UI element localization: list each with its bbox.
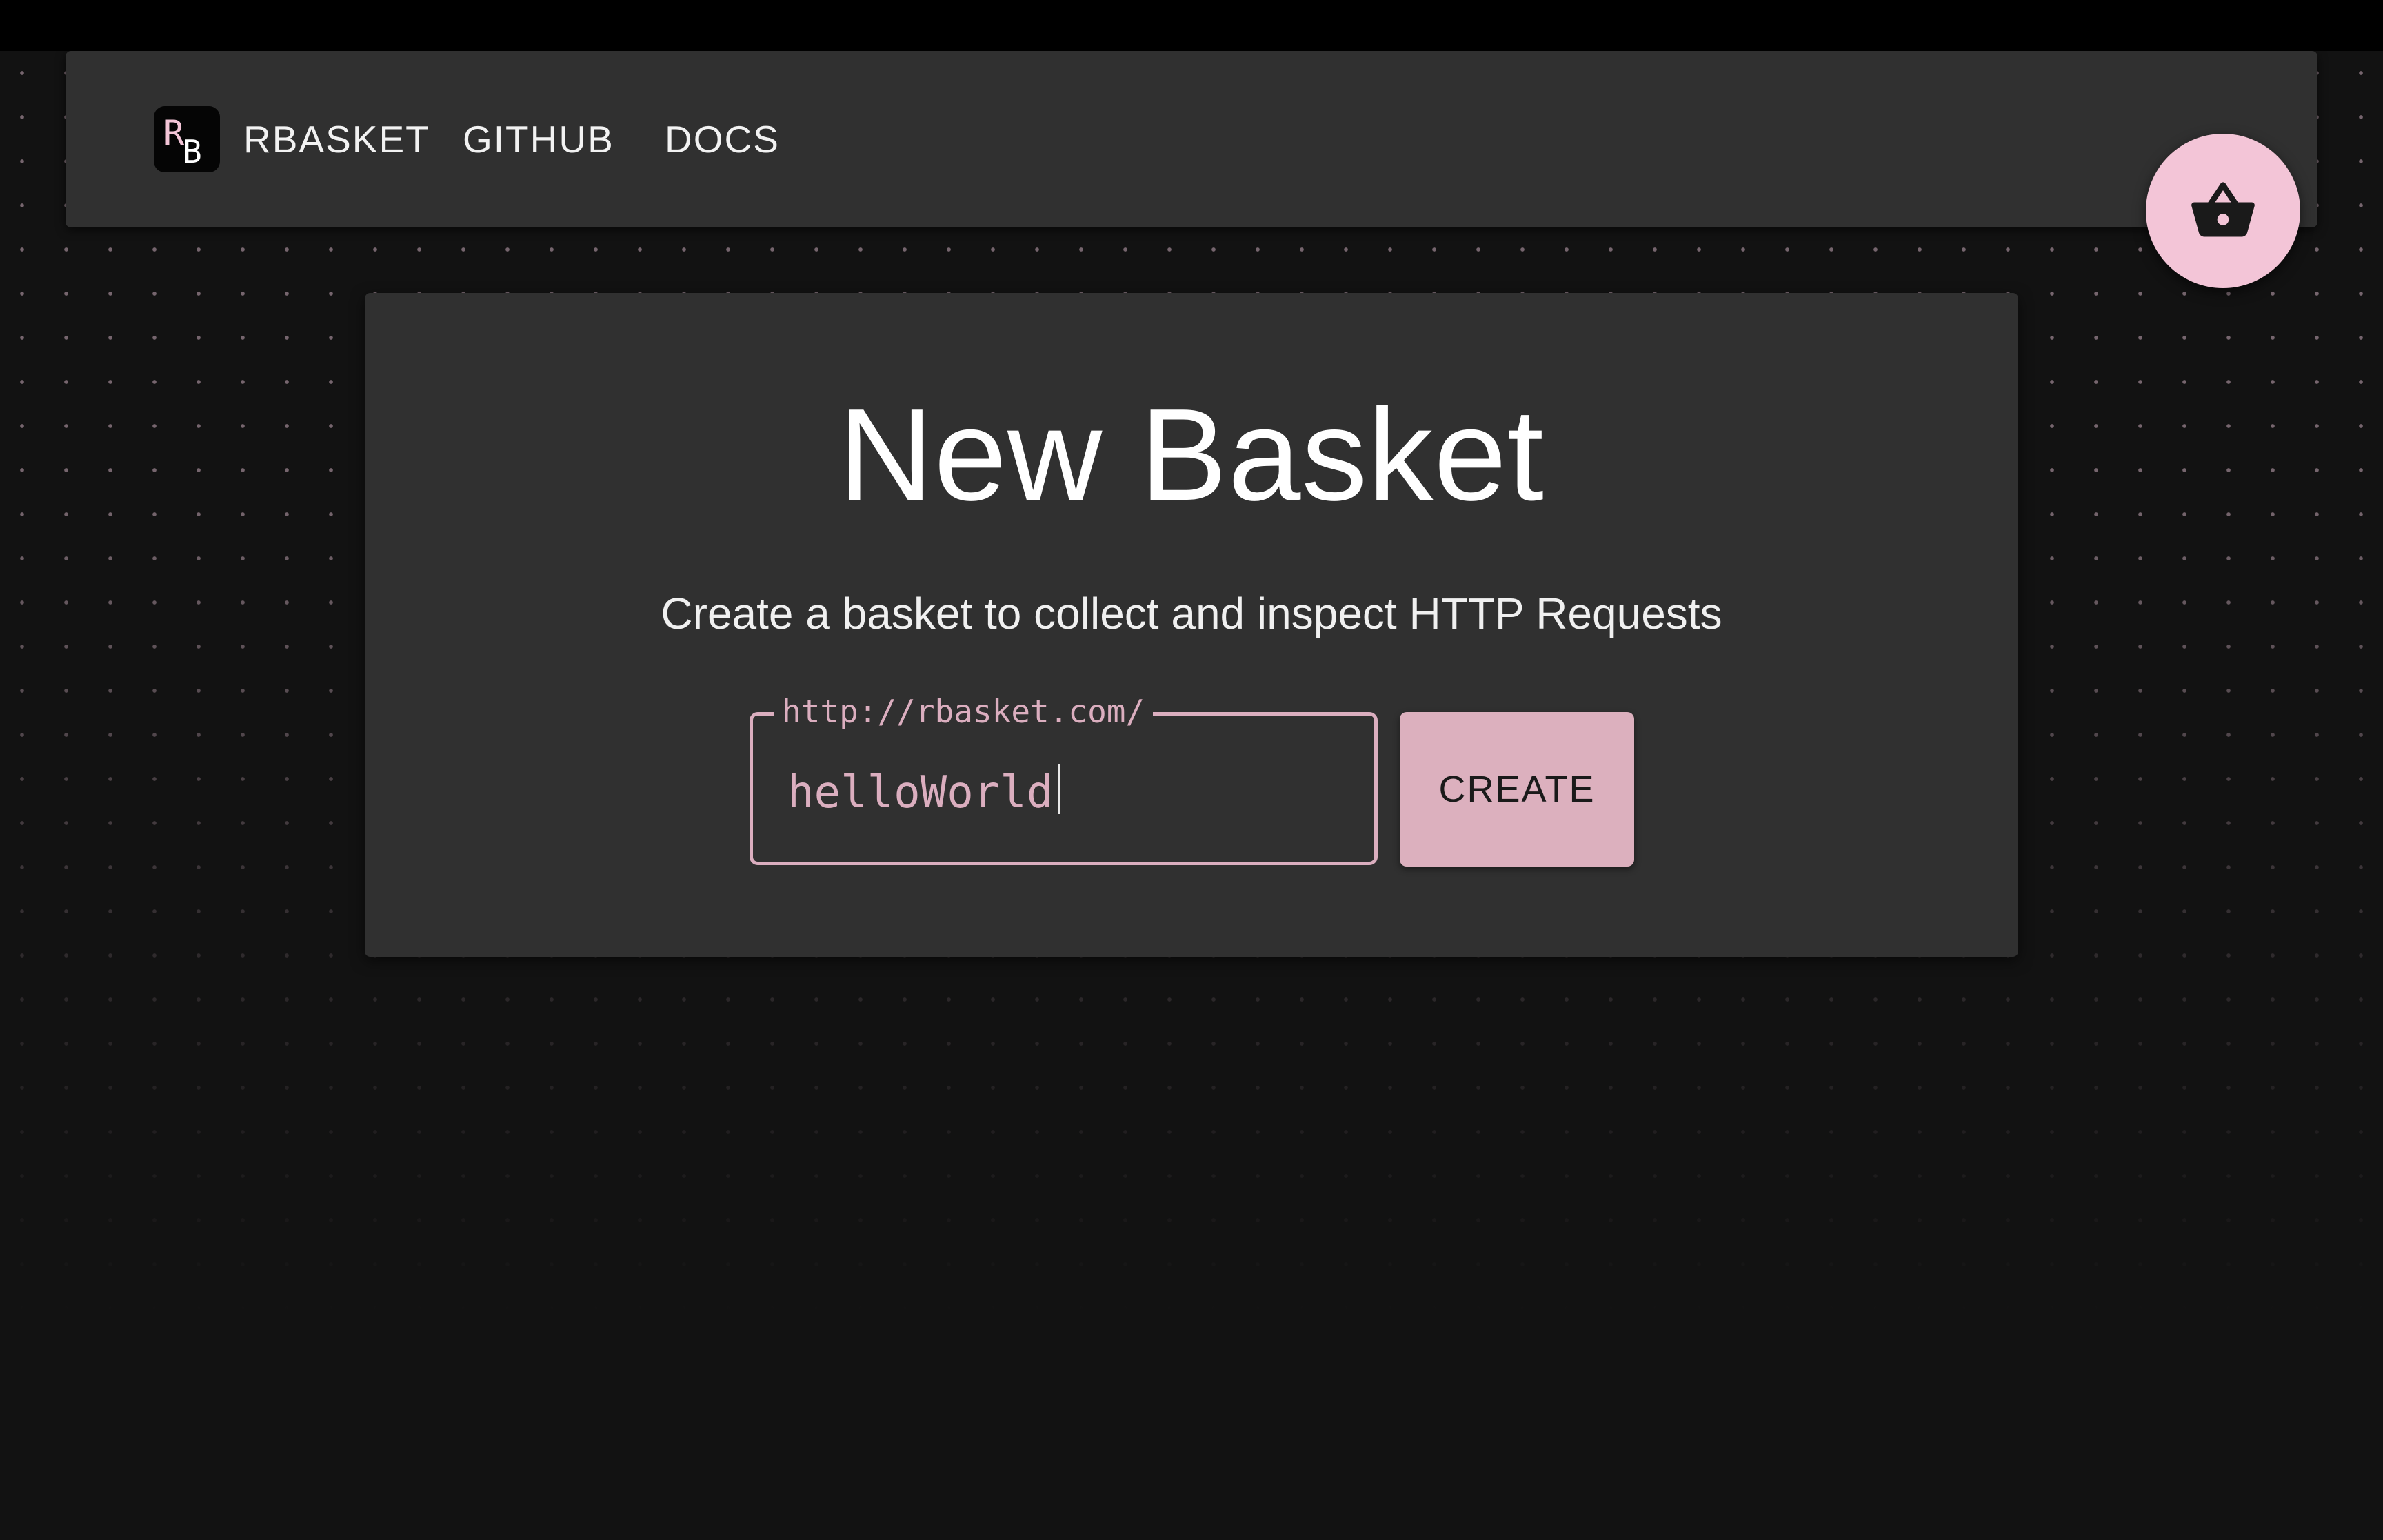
nav-github-link[interactable]: GITHUB (463, 51, 614, 227)
nav-brand-link[interactable]: RBASKET (243, 51, 430, 227)
basket-name-input[interactable] (787, 758, 1311, 827)
text-caret (1058, 764, 1060, 814)
create-button[interactable]: CREATE (1400, 712, 1634, 867)
page-subtitle: Create a basket to collect and inspect H… (661, 589, 1722, 638)
basket-name-field[interactable]: http://rbasket.com/ (750, 689, 1378, 865)
rbasket-logo[interactable]: R B (154, 106, 220, 172)
nav-docs-link[interactable]: DOCS (665, 51, 780, 227)
svg-text:B: B (183, 133, 202, 170)
top-strip (0, 0, 2383, 51)
page-title: New Basket (838, 382, 1545, 528)
svg-text:R: R (163, 113, 185, 153)
basket-url-prefix-label: http://rbasket.com/ (774, 689, 1154, 733)
basket-icon (2191, 182, 2255, 237)
basket-fab-button[interactable] (2146, 134, 2300, 288)
navbar: R B RBASKET GITHUB DOCS (66, 51, 2317, 227)
